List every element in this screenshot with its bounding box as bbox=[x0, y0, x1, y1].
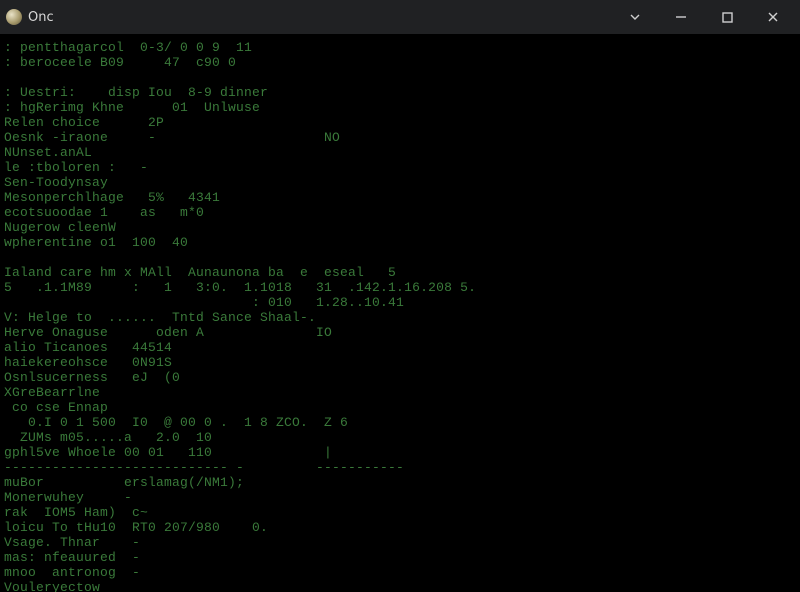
orb-icon bbox=[6, 9, 22, 25]
close-icon bbox=[767, 11, 779, 23]
terminal-line: Nugerow cleenW bbox=[4, 220, 796, 235]
terminal-window: Onc : pentthagarcol 0-3/ 0 0 9 11: beroc… bbox=[0, 0, 800, 592]
terminal-line: wpherentine o1 100 40 bbox=[4, 235, 796, 250]
terminal-line: NUnset.anAL bbox=[4, 145, 796, 160]
terminal-line: : pentthagarcol 0-3/ 0 0 9 11 bbox=[4, 40, 796, 55]
terminal-line: ecotsuoodae 1 as m*0 bbox=[4, 205, 796, 220]
minimize-button[interactable] bbox=[658, 2, 704, 32]
terminal-line: Mesonperchlhage 5% 4341 bbox=[4, 190, 796, 205]
terminal-line: le :tboloren : - bbox=[4, 160, 796, 175]
terminal-line: haiekereohsce 0N91S bbox=[4, 355, 796, 370]
window-title: Onc bbox=[28, 10, 54, 25]
terminal-line: mas: nfeauured - bbox=[4, 550, 796, 565]
terminal-line: ---------------------------- - ---------… bbox=[4, 460, 796, 475]
terminal-line: Relen choice 2P bbox=[4, 115, 796, 130]
maximize-icon bbox=[722, 12, 733, 23]
terminal-line: rak IOM5 Ham) c~ bbox=[4, 505, 796, 520]
terminal-line: co cse Ennap bbox=[4, 400, 796, 415]
terminal-line bbox=[4, 70, 796, 85]
chevron-down-icon bbox=[628, 10, 642, 24]
titlebar: Onc bbox=[0, 0, 800, 34]
terminal-line: Vouleryectow bbox=[4, 580, 796, 592]
title-left: Onc bbox=[6, 9, 54, 25]
terminal-line: : Uestri: disp Iou 8-9 dinner bbox=[4, 85, 796, 100]
terminal-line: Herve Onaguse oden A IO bbox=[4, 325, 796, 340]
terminal-line: XGreBearrlne bbox=[4, 385, 796, 400]
terminal-line: Vsage. Thnar - bbox=[4, 535, 796, 550]
terminal-line: mnoo antronog - bbox=[4, 565, 796, 580]
terminal-line: muBor erslamag(/NM1); bbox=[4, 475, 796, 490]
minimize-icon bbox=[675, 11, 687, 23]
dropdown-button[interactable] bbox=[612, 2, 658, 32]
terminal-line: ZUMs m05.....a 2.0 10 bbox=[4, 430, 796, 445]
terminal-output[interactable]: : pentthagarcol 0-3/ 0 0 9 11: beroceele… bbox=[0, 34, 800, 592]
terminal-line: Ialand care hm x MAll Aunaunona ba e ese… bbox=[4, 265, 796, 280]
terminal-line: alio Ticanoes 44514 bbox=[4, 340, 796, 355]
terminal-line bbox=[4, 250, 796, 265]
terminal-line: V: Helge to ...... Tntd Sance Shaal-. bbox=[4, 310, 796, 325]
terminal-line: Monerwuhey - bbox=[4, 490, 796, 505]
maximize-button[interactable] bbox=[704, 2, 750, 32]
terminal-line: : 010 1.28..10.41 bbox=[4, 295, 796, 310]
terminal-line: loicu To tHu10 RT0 207/980 0. bbox=[4, 520, 796, 535]
close-button[interactable] bbox=[750, 2, 796, 32]
window-controls bbox=[612, 2, 796, 32]
terminal-line: gphl5ve Whoele 00 01 110 | bbox=[4, 445, 796, 460]
terminal-line: : beroceele B09 47 c90 0 bbox=[4, 55, 796, 70]
terminal-line: Oesnk -iraone - NO bbox=[4, 130, 796, 145]
terminal-line: Sen-Toodynsay bbox=[4, 175, 796, 190]
terminal-line: Osnlsucerness eJ (0 bbox=[4, 370, 796, 385]
terminal-line: 5 .1.1M89 : 1 3:0. 1.1018 31 .142.1.16.2… bbox=[4, 280, 796, 295]
terminal-line: : hgRerimg Khne 01 Unlwuse bbox=[4, 100, 796, 115]
terminal-line: 0.I 0 1 500 I0 @ 00 0 . 1 8 ZCO. Z 6 bbox=[4, 415, 796, 430]
